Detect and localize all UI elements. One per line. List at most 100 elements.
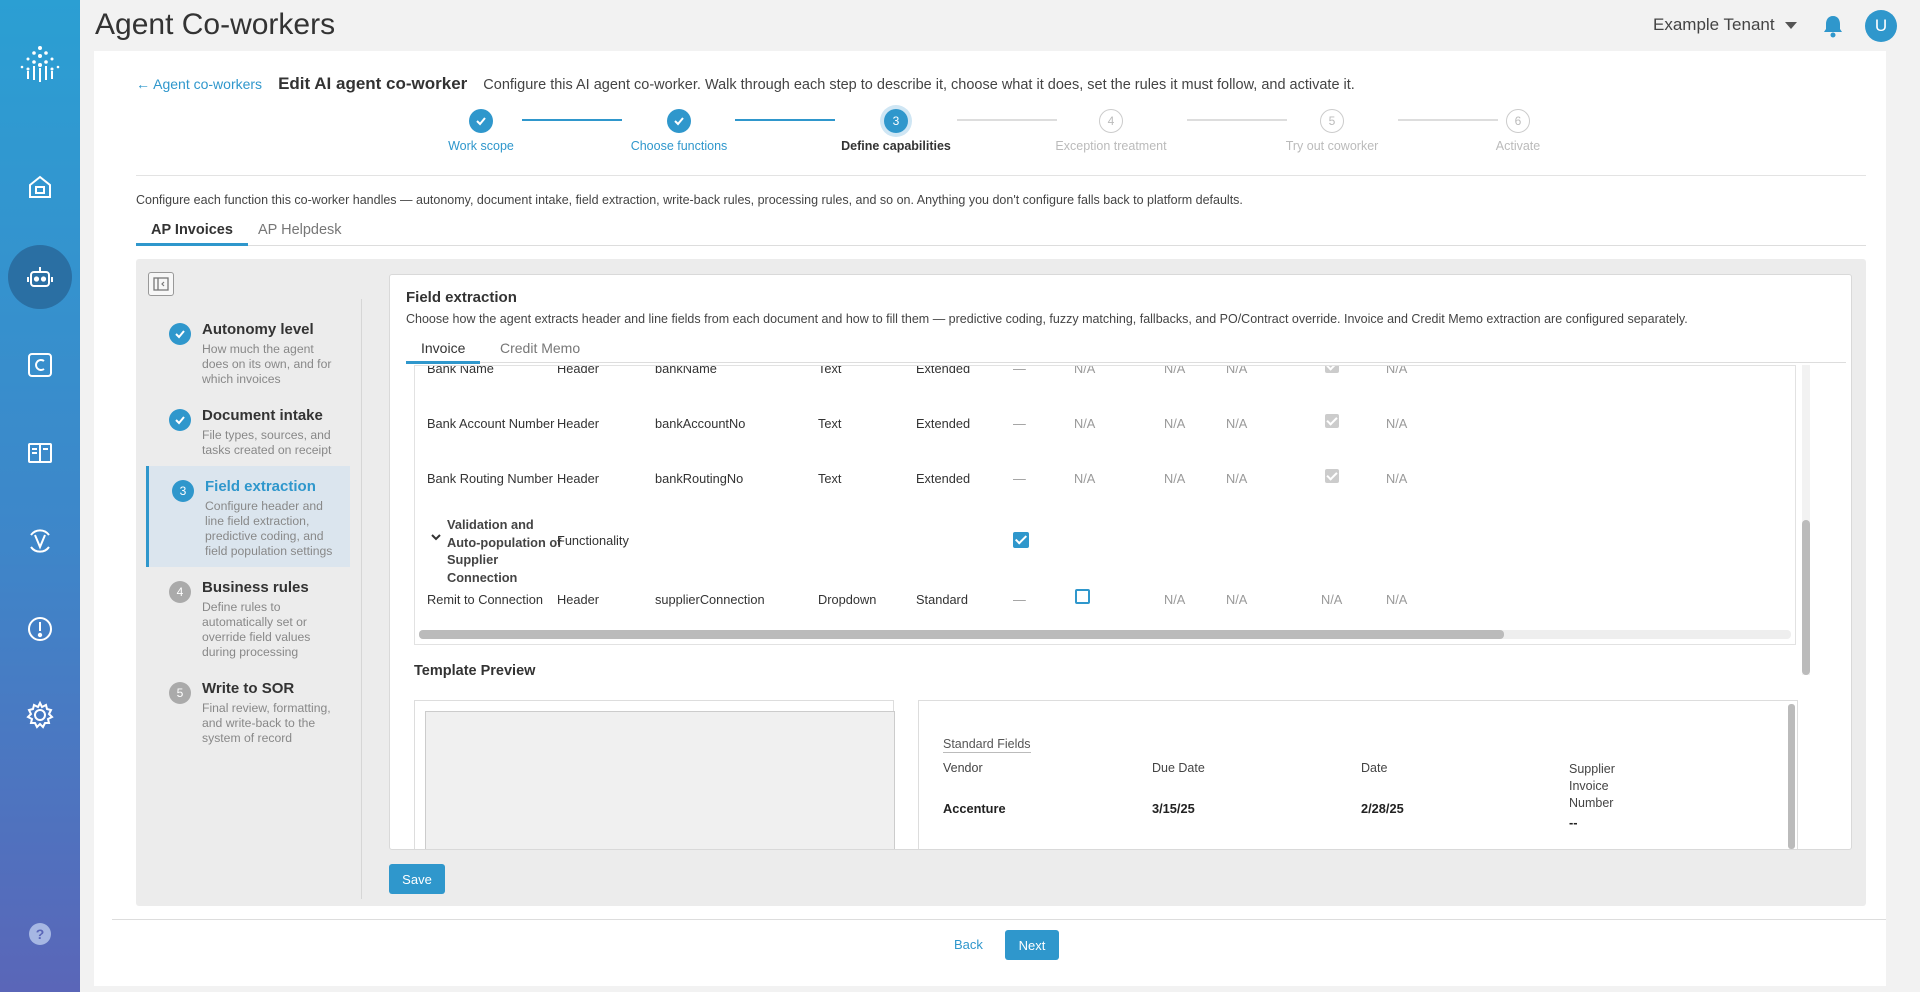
book-icon [28, 443, 52, 463]
column-header: Vendor [943, 761, 983, 775]
nav-desc: How much the agent does on its own, and … [202, 342, 332, 386]
bell-icon[interactable] [1822, 14, 1844, 38]
horizontal-scrollbar[interactable] [419, 630, 1791, 639]
disabled-checkbox [1325, 469, 1339, 483]
avatar[interactable]: U [1865, 10, 1897, 42]
field-type: Dropdown [818, 592, 877, 607]
vertical-scrollbar[interactable] [1802, 365, 1810, 675]
page-title: Edit AI agent co-worker [278, 74, 468, 93]
vertical-scrollbar[interactable] [1788, 704, 1795, 849]
page-description: Configure this AI agent co-worker. Walk … [483, 77, 1355, 93]
tab-ap-invoices[interactable]: AP Invoices [136, 222, 248, 246]
main-content: ← Agent co-workers Edit AI agent co-work… [94, 51, 1886, 986]
logo-icon[interactable] [14, 44, 66, 84]
step-exception-treatment[interactable]: 4 Exception treatment [1026, 109, 1196, 153]
save-button[interactable]: Save [389, 864, 445, 894]
group-row[interactable]: Validation and Auto-population of Suppli… [415, 516, 1795, 585]
field-extraction-card: Field extraction Choose how the agent ex… [389, 274, 1852, 850]
scrollbar-thumb[interactable] [1802, 520, 1810, 675]
nav-desc: Configure header and line field extracti… [205, 499, 333, 558]
svg-text:?: ? [36, 926, 45, 942]
nav-title: Field extraction [205, 478, 316, 495]
help-nav-item[interactable]: ? [8, 902, 72, 966]
field-value: -- [1569, 815, 1578, 830]
step-number: 5 [1320, 109, 1344, 133]
configure-description: Configure each function this co-worker h… [136, 193, 1243, 207]
field-dash: — [1013, 365, 1026, 376]
stepper: Work scope Choose functions 3 Define cap… [94, 109, 1886, 179]
document-type-tabs: Invoice Credit Memo [406, 339, 1846, 364]
field-type: Text [818, 416, 842, 431]
group-name: Validation and Auto-population of Suppli… [447, 517, 562, 585]
field-na: N/A [1226, 592, 1248, 607]
document-image-placeholder [425, 711, 895, 849]
disabled-checkbox [1325, 414, 1339, 428]
field-name: Remit to Connection [427, 592, 543, 607]
sidebar-toggle-icon [153, 277, 169, 291]
home-icon [29, 175, 51, 198]
nav-desc: Define rules to automatically set or ove… [202, 600, 311, 659]
tenant-selector[interactable]: Example Tenant [1653, 15, 1797, 35]
scrollbar-thumb[interactable] [419, 630, 1504, 639]
field-na: N/A [1226, 471, 1248, 486]
v-nav-item[interactable] [8, 509, 72, 573]
field-level: Header [557, 365, 599, 376]
nav-document-intake[interactable]: Document intake File types, sources, and… [146, 395, 350, 466]
tab-invoice[interactable]: Invoice [406, 340, 481, 364]
field-dash: — [1013, 592, 1026, 607]
step-define-capabilities[interactable]: 3 Define capabilities [811, 109, 981, 153]
field-na: N/A [1164, 416, 1186, 431]
book-nav-item[interactable] [8, 421, 72, 485]
disabled-checkbox [1325, 366, 1339, 373]
divider [136, 175, 1866, 176]
step-label: Try out coworker [1285, 139, 1379, 153]
field-level: Header [557, 471, 599, 486]
nav-title: Write to SOR [202, 680, 295, 697]
nav-business-rules[interactable]: 4 Business rules Define rules to automat… [146, 567, 350, 668]
field-mode: Extended [916, 416, 971, 431]
gear-icon [26, 700, 54, 729]
field-na: N/A [1386, 471, 1408, 486]
field-key: bankAccountNo [655, 416, 746, 431]
settings-nav-item[interactable] [8, 683, 72, 747]
nav-autonomy-level[interactable]: Autonomy level How much the agent does o… [146, 309, 350, 395]
field-mode: Extended [916, 471, 971, 486]
field-na: N/A [1226, 416, 1248, 431]
step-try-out-coworker[interactable]: 5 Try out coworker [1247, 109, 1417, 153]
field-na: N/A [1386, 416, 1408, 431]
step-work-scope[interactable]: Work scope [396, 109, 566, 153]
step-label: Activate [1495, 139, 1541, 153]
next-button[interactable]: Next [1005, 930, 1059, 960]
enabled-checkbox[interactable] [1013, 532, 1029, 548]
field-key: bankRoutingNo [655, 471, 744, 486]
field-na: N/A [1164, 365, 1186, 376]
column-header: Supplier Invoice Number [1569, 762, 1615, 810]
home-nav-item[interactable] [8, 155, 72, 219]
step-activate[interactable]: 6 Activate [1433, 109, 1603, 153]
function-tabs: AP Invoices AP Helpdesk [136, 220, 1866, 246]
step-choose-functions[interactable]: Choose functions [594, 109, 764, 153]
back-button[interactable]: Back [954, 937, 983, 952]
nav-write-to-sor[interactable]: 5 Write to SOR Final review, formatting,… [146, 668, 350, 754]
tab-ap-helpdesk[interactable]: AP Helpdesk [248, 222, 352, 243]
step-label: Choose functions [630, 139, 728, 153]
field-key: bankName [655, 365, 717, 376]
back-to-agents-link[interactable]: ← Agent co-workers [136, 76, 262, 92]
agents-nav-item[interactable] [8, 245, 72, 309]
chevron-down-icon[interactable] [430, 531, 442, 543]
empty-checkbox[interactable] [1075, 589, 1090, 604]
field-mode: Standard [916, 592, 968, 607]
field-dash: — [1013, 416, 1026, 431]
alert-nav-item[interactable] [8, 597, 72, 661]
check-icon [169, 323, 191, 345]
field-type: Text [818, 471, 842, 486]
help-icon: ? [29, 923, 51, 945]
field-value: 3/15/25 [1152, 801, 1195, 816]
check-icon [169, 409, 191, 431]
field-name: Bank Name [427, 365, 494, 376]
field-na: N/A [1386, 365, 1408, 376]
tab-credit-memo[interactable]: Credit Memo [500, 340, 580, 361]
collapse-sidebar-button[interactable] [148, 272, 174, 296]
nav-field-extraction[interactable]: 3 Field extraction Configure header and … [146, 466, 350, 567]
c-nav-item[interactable] [8, 333, 72, 397]
